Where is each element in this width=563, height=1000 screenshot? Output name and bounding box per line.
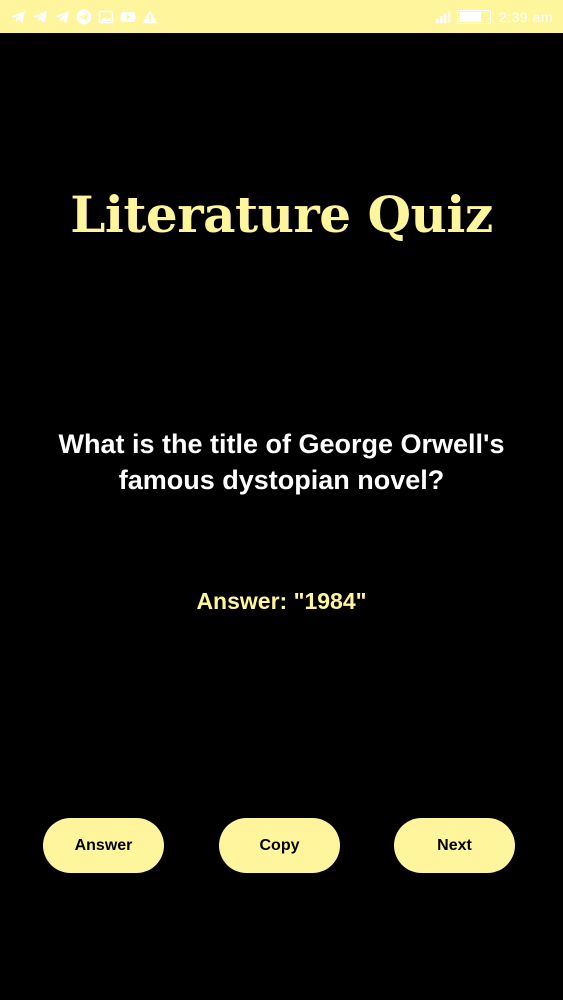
telegram-circle-icon — [76, 9, 92, 25]
notification-icons — [10, 9, 158, 25]
status-time: 2:39 am — [498, 8, 553, 25]
copy-button[interactable]: Copy — [219, 818, 340, 873]
youtube-icon — [120, 9, 136, 25]
answer-button[interactable]: Answer — [43, 818, 164, 873]
quiz-title: Literature Quiz — [70, 185, 493, 244]
next-button[interactable]: Next — [394, 818, 515, 873]
warning-icon — [142, 9, 158, 25]
image-icon — [98, 9, 114, 25]
battery-level — [458, 11, 482, 22]
telegram-icon — [54, 9, 70, 25]
system-icons: 2:39 am — [435, 9, 553, 25]
telegram-icon — [32, 9, 48, 25]
answer-text: Answer: "1984" — [196, 588, 367, 614]
telegram-icon — [10, 9, 26, 25]
battery-icon — [456, 9, 491, 24]
question-text: What is the title of George Orwell's fam… — [58, 429, 505, 495]
signal-icon — [435, 9, 451, 25]
status-bar: 2:39 am — [0, 0, 563, 33]
